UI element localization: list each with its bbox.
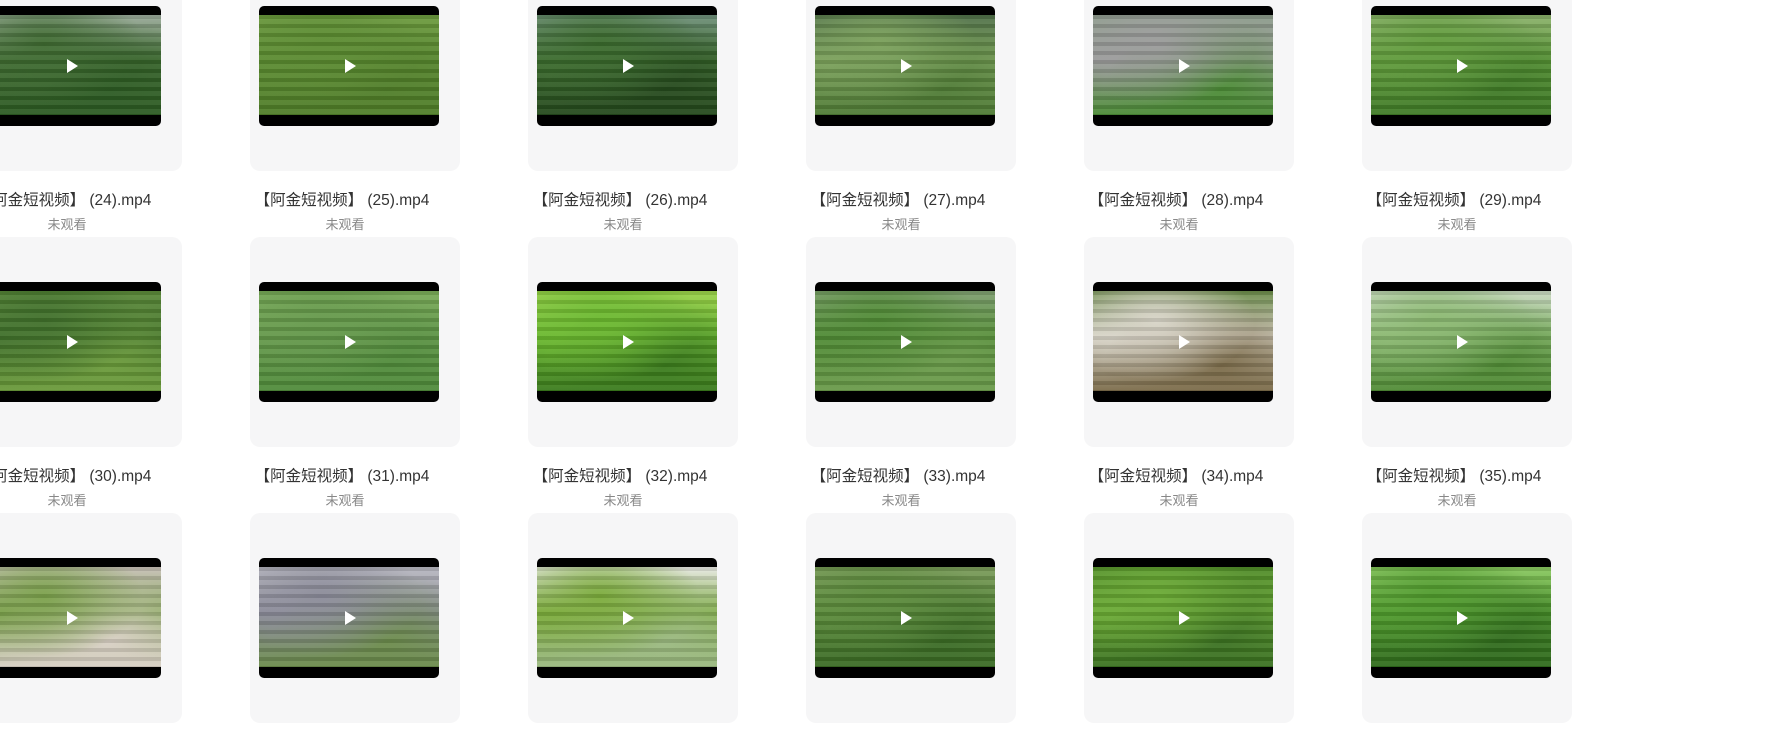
play-icon[interactable] (345, 335, 356, 349)
watch-status: 未观看 (47, 217, 87, 232)
video-thumbnail[interactable] (1371, 558, 1551, 678)
thumbnail-image (0, 15, 161, 115)
video-thumbnail[interactable] (0, 282, 161, 402)
play-icon[interactable] (1457, 59, 1468, 73)
video-tile[interactable] (1362, 0, 1572, 171)
video-tile[interactable] (0, 237, 182, 447)
video-tile[interactable] (250, 237, 460, 447)
play-icon[interactable] (901, 611, 912, 625)
video-filename[interactable]: 【阿金短视频】 (33).mp4 (790, 464, 1006, 486)
video-filename[interactable]: 【阿金短视频】 (30).mp4 (0, 464, 172, 486)
video-tile[interactable] (806, 513, 1016, 723)
video-thumbnail[interactable] (0, 6, 161, 126)
video-thumbnail[interactable] (815, 282, 995, 402)
video-filename[interactable]: 【阿金短视频】 (24).mp4 (0, 188, 172, 210)
video-tile[interactable] (806, 0, 1016, 171)
video-filename[interactable]: 【阿金短视频】 (29).mp4 (1346, 188, 1562, 210)
video-filename[interactable]: 【阿金短视频】 (35).mp4 (1346, 464, 1562, 486)
video-thumbnail[interactable] (537, 558, 717, 678)
thumbnail-image (0, 291, 161, 391)
video-thumbnail[interactable] (259, 6, 439, 126)
play-icon[interactable] (1179, 611, 1190, 625)
video-tile[interactable] (250, 0, 460, 171)
play-icon[interactable] (67, 611, 78, 625)
video-thumbnail[interactable] (1093, 282, 1273, 402)
video-thumbnail[interactable] (1371, 6, 1551, 126)
video-tile[interactable] (528, 0, 738, 171)
video-thumbnail[interactable] (537, 282, 717, 402)
video-tile[interactable] (0, 513, 182, 723)
play-icon[interactable] (623, 59, 634, 73)
watch-status: 未观看 (325, 493, 365, 508)
play-icon[interactable] (901, 59, 912, 73)
watch-status: 未观看 (325, 217, 365, 232)
video-thumbnail[interactable] (815, 6, 995, 126)
watch-status: 未观看 (881, 493, 921, 508)
video-thumbnail[interactable] (1093, 6, 1273, 126)
video-filename[interactable]: 【阿金短视频】 (27).mp4 (790, 188, 1006, 210)
video-thumbnail[interactable] (259, 282, 439, 402)
video-tile[interactable] (528, 237, 738, 447)
play-icon[interactable] (623, 611, 634, 625)
watch-status: 未观看 (603, 493, 643, 508)
play-icon[interactable] (345, 611, 356, 625)
video-thumbnail[interactable] (815, 558, 995, 678)
watch-status: 未观看 (47, 493, 87, 508)
video-grid: 【阿金短视频】 (24).mp4未观看【阿金短视频】 (25).mp4未观看【阿… (0, 0, 1765, 740)
play-icon[interactable] (623, 335, 634, 349)
watch-status: 未观看 (603, 217, 643, 232)
video-filename[interactable]: 【阿金短视频】 (31).mp4 (234, 464, 450, 486)
play-icon[interactable] (1179, 59, 1190, 73)
watch-status: 未观看 (1159, 217, 1199, 232)
video-filename[interactable]: 【阿金短视频】 (34).mp4 (1068, 464, 1284, 486)
video-filename[interactable]: 【阿金短视频】 (28).mp4 (1068, 188, 1284, 210)
play-icon[interactable] (67, 335, 78, 349)
watch-status: 未观看 (1159, 493, 1199, 508)
video-tile[interactable] (1362, 513, 1572, 723)
video-filename[interactable]: 【阿金短视频】 (26).mp4 (512, 188, 728, 210)
video-tile[interactable] (528, 513, 738, 723)
play-icon[interactable] (1457, 611, 1468, 625)
play-icon[interactable] (1457, 335, 1468, 349)
play-icon[interactable] (1179, 335, 1190, 349)
thumbnail-image (0, 567, 161, 667)
watch-status: 未观看 (881, 217, 921, 232)
video-filename[interactable]: 【阿金短视频】 (25).mp4 (234, 188, 450, 210)
watch-status: 未观看 (1437, 493, 1477, 508)
video-tile[interactable] (806, 237, 1016, 447)
video-tile[interactable] (1084, 513, 1294, 723)
video-thumbnail[interactable] (1371, 282, 1551, 402)
watch-status: 未观看 (1437, 217, 1477, 232)
play-icon[interactable] (67, 59, 78, 73)
video-tile[interactable] (250, 513, 460, 723)
play-icon[interactable] (345, 59, 356, 73)
video-tile[interactable] (0, 0, 182, 171)
video-thumbnail[interactable] (0, 558, 161, 678)
video-thumbnail[interactable] (1093, 558, 1273, 678)
video-tile[interactable] (1362, 237, 1572, 447)
video-tile[interactable] (1084, 237, 1294, 447)
play-icon[interactable] (901, 335, 912, 349)
video-tile[interactable] (1084, 0, 1294, 171)
video-thumbnail[interactable] (537, 6, 717, 126)
video-thumbnail[interactable] (259, 558, 439, 678)
video-filename[interactable]: 【阿金短视频】 (32).mp4 (512, 464, 728, 486)
